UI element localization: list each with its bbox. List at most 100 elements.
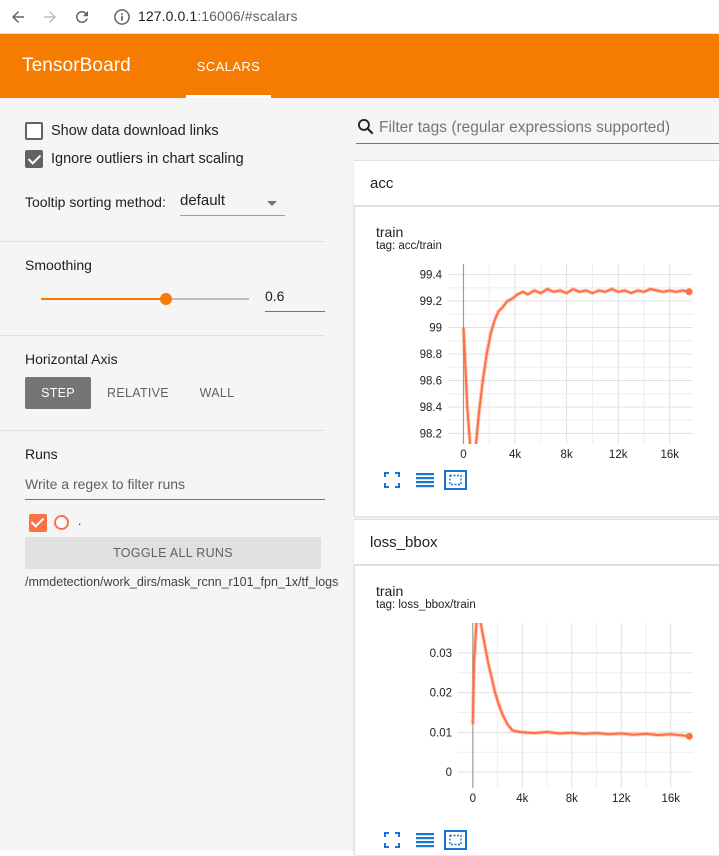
y-tick-label: 99.2: [420, 296, 442, 308]
tag-filter-placeholder: Filter tags (regular expressions support…: [379, 119, 670, 137]
show-download-links-label: Show data download links: [51, 123, 219, 139]
y-tick-label: 98.6: [420, 375, 442, 387]
x-tick-label: 4k: [509, 449, 521, 461]
axis-wall-button[interactable]: WALL: [186, 377, 248, 409]
run-checkbox[interactable]: [29, 514, 47, 532]
log-directory: /mmdetection/work_dirs/mask_rcnn_r101_fp…: [25, 575, 315, 590]
category-loss-bbox-title: loss_bbox: [370, 534, 438, 551]
fit-domain-inner: [450, 476, 461, 485]
back-button[interactable]: [6, 5, 30, 29]
toggle-all-runs-button[interactable]: TOGGLE ALL RUNS: [25, 537, 321, 569]
checkbox-checked-icon[interactable]: [25, 150, 43, 168]
address-bar[interactable]: 127.0.0.1:16006/#scalars: [138, 8, 298, 24]
smoothing-slider-fill: [41, 298, 166, 300]
fit-domain-icon[interactable]: [445, 831, 466, 849]
fullscreen-corner: [385, 473, 389, 477]
fullscreen-corner: [395, 473, 399, 477]
list-icon[interactable]: [416, 833, 434, 847]
y-tick-label: 0.03: [430, 648, 452, 660]
checkbox-icon[interactable]: [25, 122, 43, 140]
x-tick-label: 4k: [516, 793, 528, 805]
list-icon-bar: [416, 841, 434, 843]
arrow-right-icon: [41, 8, 59, 26]
y-tick-label: 0.02: [430, 688, 452, 700]
url-path: :16006/#scalars: [197, 8, 297, 24]
x-tick-label: 16k: [661, 449, 680, 461]
category-acc[interactable]: acc: [354, 160, 719, 206]
ignore-outliers-checkbox[interactable]: Ignore outliers in chart scaling: [25, 150, 244, 168]
x-tick-label: 0: [460, 449, 466, 461]
fit-domain-frame: [445, 471, 466, 489]
divider: [0, 241, 325, 242]
app-title: TensorBoard: [22, 55, 131, 77]
tag-filter-input[interactable]: Filter tags (regular expressions support…: [356, 114, 719, 144]
fit-domain-icon[interactable]: [445, 471, 466, 489]
series-end-marker: [686, 288, 693, 295]
fullscreen-corner: [395, 833, 399, 837]
horizontal-axis-label: Horizontal Axis: [25, 351, 118, 367]
chart-card-loss-bbox: train tag: loss_bbox/train 04k8k12k16k00…: [354, 565, 719, 855]
forward-button[interactable]: [38, 5, 62, 29]
show-download-links-checkbox[interactable]: Show data download links: [25, 122, 219, 140]
x-tick-label: 0: [470, 793, 476, 805]
run-name: .: [78, 514, 81, 528]
main-panel: Filter tags (regular expressions support…: [340, 98, 719, 851]
y-tick-label: 98.4: [420, 402, 443, 414]
x-tick-label: 8k: [561, 449, 573, 461]
chart-loss-bbox-train[interactable]: 04k8k12k16k00.010.020.03: [355, 566, 719, 856]
x-tick-label: 16k: [661, 793, 680, 805]
info-icon[interactable]: [112, 7, 132, 27]
y-tick-label: 98.2: [420, 428, 442, 440]
list-icon-bar: [416, 845, 434, 847]
fullscreen-corner: [385, 833, 389, 837]
y-tick-label: 99: [429, 323, 442, 335]
ignore-outliers-label: Ignore outliers in chart scaling: [51, 151, 244, 167]
reload-icon: [73, 8, 91, 26]
tooltip-sorting-select[interactable]: default: [180, 192, 285, 216]
app-header: TensorBoard SCALARS: [0, 34, 719, 98]
tab-scalars[interactable]: SCALARS: [186, 34, 271, 98]
divider: [0, 335, 325, 336]
browser-toolbar: 127.0.0.1:16006/#scalars: [0, 0, 719, 34]
list-icon[interactable]: [416, 473, 434, 487]
smoothing-label: Smoothing: [25, 257, 92, 273]
run-filter-input[interactable]: Write a regex to filter runs: [25, 476, 325, 500]
list-icon-bar: [416, 833, 434, 835]
axis-relative-button[interactable]: RELATIVE: [100, 377, 176, 409]
chart-card-acc: train tag: acc/train 04k8k12k16k98.298.4…: [354, 206, 719, 516]
x-tick-label: 8k: [566, 793, 578, 805]
fullscreen-icon[interactable]: [385, 473, 399, 487]
divider: [0, 430, 325, 431]
series-line[interactable]: [473, 621, 690, 736]
runs-label: Runs: [25, 446, 58, 462]
run-radio-icon[interactable]: [54, 515, 69, 530]
fullscreen-icon[interactable]: [385, 833, 399, 847]
list-icon-bar: [416, 477, 434, 479]
category-loss-bbox[interactable]: loss_bbox: [354, 519, 719, 565]
y-tick-label: 98.8: [420, 349, 442, 361]
list-icon-bar: [416, 481, 434, 483]
series-end-marker: [686, 733, 693, 740]
y-tick-label: 99.4: [420, 270, 443, 282]
sidebar: Show data download links Ignore outliers…: [0, 98, 340, 851]
reload-button[interactable]: [70, 5, 94, 29]
arrow-left-icon: [9, 8, 27, 26]
smoothing-slider-knob[interactable]: [160, 293, 172, 305]
axis-step-button[interactable]: STEP: [25, 377, 91, 409]
category-acc-title: acc: [370, 175, 393, 192]
fit-domain-frame: [445, 831, 466, 849]
dropdown-caret-icon: [267, 201, 277, 206]
y-tick-label: 0.01: [430, 727, 452, 739]
list-icon-bar: [416, 837, 434, 839]
search-icon: [356, 117, 376, 137]
smoothing-value-input[interactable]: 0.6: [265, 288, 325, 312]
list-icon-bar: [416, 485, 434, 487]
url-host: 127.0.0.1: [138, 8, 197, 24]
tooltip-sorting-label: Tooltip sorting method:: [25, 194, 166, 210]
fullscreen-corner: [385, 483, 389, 487]
chart-acc-train[interactable]: 0 4k 8k 12k 16k 98.2 98.4 98.6 98.8 99 99.2 99.4: [355, 207, 719, 517]
x-tick-label: 12k: [609, 449, 628, 461]
list-icon-bar: [416, 473, 434, 475]
fullscreen-corner: [385, 843, 389, 847]
fit-domain-inner: [450, 836, 461, 845]
